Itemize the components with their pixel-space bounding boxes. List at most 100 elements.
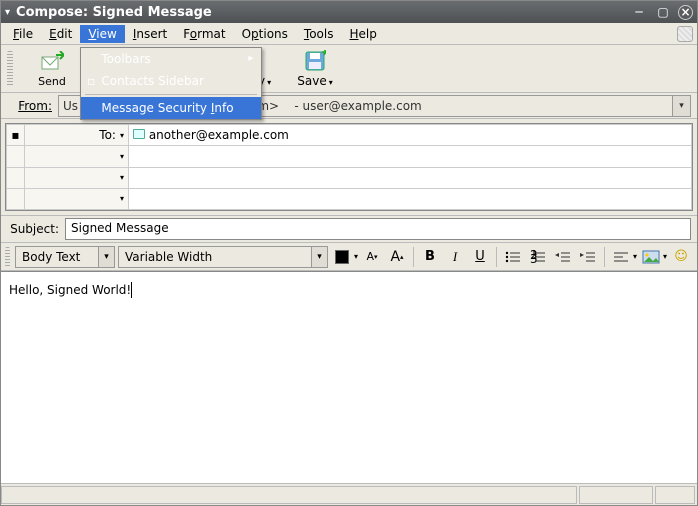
menu-view[interactable]: View Toolbars ▸ ▫ Contacts Sidebar Messa…: [80, 25, 124, 43]
dropdown-arrow-icon: ▾: [120, 194, 124, 203]
bullet-list-icon: [505, 250, 521, 264]
recipient-row[interactable]: ▾: [7, 188, 692, 209]
para-style-value: Body Text: [22, 250, 80, 264]
number-list-icon: 123: [530, 250, 546, 264]
recipient-row[interactable]: ▪ To: ▾ another@example.com: [7, 125, 692, 146]
send-button[interactable]: Send: [25, 47, 79, 91]
save-label: Save: [297, 74, 326, 88]
title-bar: ▾ Compose: Signed Message ─ ▢ ×: [1, 1, 697, 23]
activity-throbber-icon: [677, 26, 693, 42]
recipients-grid: ▪ To: ▾ another@example.com ▾ ▾ ▾: [5, 123, 693, 211]
outdent-button[interactable]: [552, 246, 574, 268]
toolbar-grip-icon[interactable]: [7, 51, 13, 87]
maximize-button[interactable]: ▢: [654, 4, 672, 20]
window-title: Compose: Signed Message: [16, 5, 624, 20]
menu-file[interactable]: File: [5, 25, 41, 43]
recipient-address-cell[interactable]: [129, 146, 692, 167]
checkbox-icon: ▫: [85, 74, 97, 88]
view-toolbars-item[interactable]: Toolbars ▸: [81, 48, 261, 70]
save-button[interactable]: Save▾: [288, 47, 342, 91]
font-larger-button[interactable]: A▴: [386, 246, 408, 268]
bullet-list-button[interactable]: [502, 246, 524, 268]
separator: [604, 247, 605, 267]
menu-bar: File Edit View Toolbars ▸ ▫ Contacts Sid…: [1, 23, 697, 45]
text-cursor-icon: [131, 282, 132, 298]
dropdown-arrow-icon[interactable]: ▾: [633, 252, 637, 261]
separator: [496, 247, 497, 267]
indent-icon: [580, 250, 596, 264]
recipient-type-combo[interactable]: To: ▾: [29, 128, 124, 142]
color-swatch-icon: [335, 250, 349, 264]
dropdown-arrow-icon: ▾: [120, 173, 124, 182]
subject-label: Subject:: [7, 222, 59, 236]
view-contacts-sidebar-label: Contacts Sidebar: [101, 74, 204, 88]
italic-button[interactable]: I: [444, 246, 466, 268]
subject-row: Subject: Signed Message: [1, 215, 697, 243]
status-bar: [1, 483, 697, 505]
recipient-type-combo[interactable]: ▾: [29, 173, 124, 182]
font-smaller-button[interactable]: A▾: [361, 246, 383, 268]
bold-button[interactable]: B: [419, 246, 441, 268]
recipient-type-combo[interactable]: ▾: [29, 152, 124, 161]
combo-arrow-icon[interactable]: ▾: [311, 247, 327, 267]
send-label: Send: [38, 75, 66, 88]
send-icon: [40, 50, 64, 74]
submenu-arrow-icon: ▸: [248, 53, 253, 64]
menu-help[interactable]: Help: [341, 25, 384, 43]
dropdown-arrow-icon[interactable]: ▾: [663, 252, 667, 261]
from-label: From:: [7, 99, 52, 113]
recipient-row[interactable]: ▾: [7, 167, 692, 188]
message-body[interactable]: Hello, Signed World!: [1, 271, 697, 483]
view-msg-security-label: Message Security Info: [101, 101, 233, 115]
body-text: Hello, Signed World!: [9, 283, 131, 297]
view-contacts-sidebar-item[interactable]: ▫ Contacts Sidebar: [81, 70, 261, 92]
combo-arrow-icon[interactable]: ▾: [672, 96, 690, 116]
status-main-pane: [1, 486, 577, 504]
row-grip-icon[interactable]: ▪: [7, 125, 25, 146]
font-family-value: Variable Width: [125, 250, 212, 264]
indent-button[interactable]: [577, 246, 599, 268]
dropdown-arrow-icon: ▾: [267, 78, 271, 87]
view-toolbars-label: Toolbars: [101, 52, 150, 66]
svg-text:3: 3: [530, 252, 538, 264]
recipient-type-label: To:: [99, 128, 116, 142]
menu-insert[interactable]: Insert: [125, 25, 175, 43]
number-list-button[interactable]: 123: [527, 246, 549, 268]
recipient-address: another@example.com: [149, 128, 289, 142]
recipient-type-combo[interactable]: ▾: [29, 194, 124, 203]
minimize-button[interactable]: ─: [630, 4, 648, 20]
paragraph-style-combo[interactable]: Body Text ▾: [15, 246, 115, 268]
align-button[interactable]: [610, 246, 632, 268]
subject-input[interactable]: Signed Message: [65, 218, 691, 240]
separator: [413, 247, 414, 267]
recipient-row[interactable]: ▾: [7, 146, 692, 167]
align-left-icon: [613, 250, 629, 264]
menu-edit[interactable]: Edit: [41, 25, 80, 43]
menu-tools[interactable]: Tools: [296, 25, 342, 43]
text-color-button[interactable]: [331, 246, 353, 268]
font-family-combo[interactable]: Variable Width ▾: [118, 246, 328, 268]
insert-smiley-button[interactable]: ☺: [670, 246, 692, 268]
dropdown-arrow-icon: ▾: [120, 152, 124, 161]
recipient-address-cell[interactable]: [129, 188, 692, 209]
subject-value: Signed Message: [71, 221, 169, 235]
view-message-security-info-item[interactable]: Message Security Info: [81, 97, 261, 119]
close-button[interactable]: ×: [678, 5, 693, 20]
window-menu-icon[interactable]: ▾: [5, 7, 10, 18]
dropdown-arrow-icon: ▾: [329, 78, 333, 87]
save-icon: [303, 49, 327, 73]
menu-options[interactable]: Options: [234, 25, 296, 43]
dropdown-arrow-icon[interactable]: ▾: [354, 252, 358, 261]
status-progress-pane: [579, 486, 653, 504]
recipient-address-cell[interactable]: [129, 167, 692, 188]
underline-button[interactable]: U: [469, 246, 491, 268]
status-security-pane: [655, 486, 695, 504]
insert-image-button[interactable]: [640, 246, 662, 268]
recipient-address-cell[interactable]: another@example.com: [129, 125, 692, 146]
combo-arrow-icon[interactable]: ▾: [98, 247, 114, 267]
dropdown-arrow-icon: ▾: [120, 131, 124, 140]
format-toolbar: Body Text ▾ Variable Width ▾ ▾ A▾ A▴ B I U…: [1, 243, 697, 271]
toolbar-grip-icon[interactable]: [5, 247, 10, 267]
view-dropdown: Toolbars ▸ ▫ Contacts Sidebar Message Se…: [80, 47, 262, 120]
menu-format[interactable]: Format: [175, 25, 233, 43]
